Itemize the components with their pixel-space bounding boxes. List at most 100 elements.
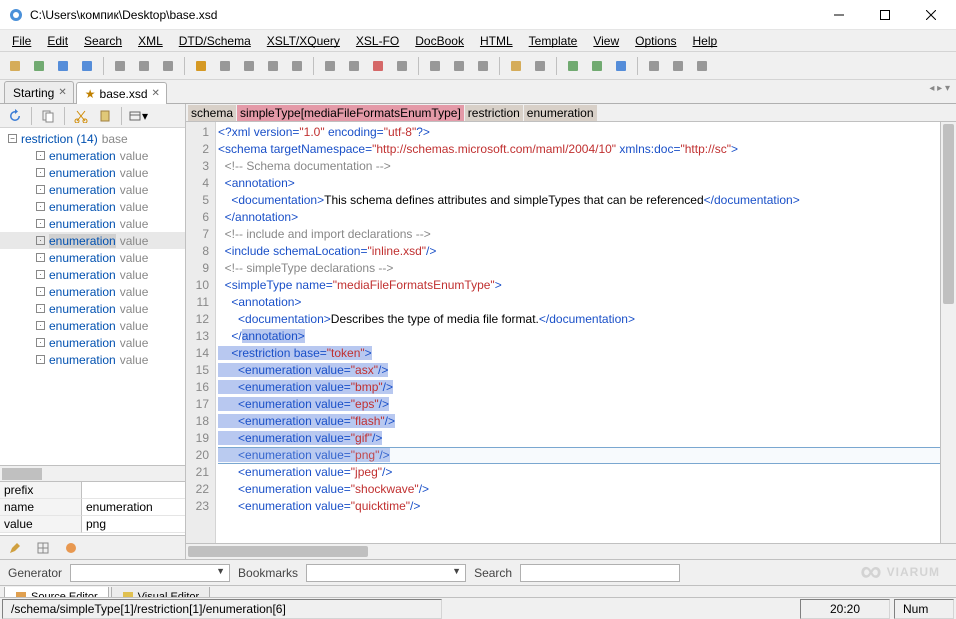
code-line[interactable]: <documentation>This schema defines attri…	[218, 192, 940, 209]
menu-options[interactable]: Options	[627, 31, 684, 51]
menu-dtdschema[interactable]: DTD/Schema	[171, 31, 259, 51]
menu-file[interactable]: File	[4, 31, 39, 51]
code-line[interactable]: <include schemaLocation="inline.xsd"/>	[218, 243, 940, 260]
toolbar-btn-3[interactable]	[76, 55, 98, 77]
code-line[interactable]: <enumeration value="quicktime"/>	[218, 498, 940, 515]
toolbar-btn-26[interactable]	[691, 55, 713, 77]
toolbar-btn-11[interactable]	[286, 55, 308, 77]
code-line[interactable]: <enumeration value="png"/>	[218, 447, 940, 464]
search-input[interactable]	[520, 564, 680, 582]
toolbar-btn-19[interactable]	[505, 55, 527, 77]
toolbar-btn-16[interactable]	[424, 55, 446, 77]
tree-root[interactable]: −restriction (14)base	[0, 130, 185, 147]
tree-item[interactable]: ·enumerationvalue	[0, 232, 185, 249]
code-line[interactable]: <!-- include and import declarations -->	[218, 226, 940, 243]
tree-item[interactable]: ·enumerationvalue	[0, 266, 185, 283]
close-icon[interactable]: ✕	[58, 87, 66, 98]
menu-xslfo[interactable]: XSL-FO	[348, 31, 407, 51]
breadcrumb-simpletype[interactable]: simpleType[mediaFileFormatsEnumType]	[237, 105, 464, 121]
breadcrumb-enumeration[interactable]: enumeration	[524, 105, 597, 121]
prop-row[interactable]: valuepng	[0, 516, 185, 533]
toolbar-btn-15[interactable]	[391, 55, 413, 77]
code-line[interactable]: <?xml version="1.0" encoding="utf-8"?>	[218, 124, 940, 141]
toolbar-btn-18[interactable]	[472, 55, 494, 77]
toolbar-btn-8[interactable]	[214, 55, 236, 77]
refresh-icon[interactable]	[4, 105, 26, 127]
tree-item[interactable]: ·enumerationvalue	[0, 283, 185, 300]
tab-basexsd[interactable]: ★base.xsd✕	[76, 82, 167, 104]
sidebar-hscroll[interactable]	[0, 465, 185, 481]
toolbar-btn-24[interactable]	[643, 55, 665, 77]
tab-starting[interactable]: Starting✕	[4, 81, 74, 103]
toolbar-btn-23[interactable]	[610, 55, 632, 77]
breadcrumb-restriction[interactable]: restriction	[465, 105, 523, 121]
code-line[interactable]: <enumeration value="gif"/>	[218, 430, 940, 447]
paste-icon[interactable]	[94, 105, 116, 127]
code-line[interactable]: <enumeration value="eps"/>	[218, 396, 940, 413]
prop-row[interactable]: prefix	[0, 482, 185, 499]
code-area[interactable]: 1234567891011121314151617181920212223 <?…	[186, 122, 956, 543]
close-icon[interactable]: ✕	[152, 88, 160, 99]
tree-item[interactable]: ·enumerationvalue	[0, 164, 185, 181]
code-line[interactable]: <annotation>	[218, 294, 940, 311]
code-line[interactable]: <simpleType name="mediaFileFormatsEnumTy…	[218, 277, 940, 294]
outline-tree[interactable]: −restriction (14)base·enumerationvalue·e…	[0, 128, 185, 465]
tree-item[interactable]: ·enumerationvalue	[0, 300, 185, 317]
toolbar-btn-5[interactable]	[133, 55, 155, 77]
settings-icon[interactable]: ▾	[127, 105, 149, 127]
menu-view[interactable]: View	[585, 31, 627, 51]
copy-icon[interactable]	[37, 105, 59, 127]
toolbar-btn-17[interactable]	[448, 55, 470, 77]
code-content[interactable]: <?xml version="1.0" encoding="utf-8"?><s…	[216, 122, 940, 543]
code-line[interactable]: <enumeration value="asx"/>	[218, 362, 940, 379]
editor-vscroll[interactable]	[940, 122, 956, 543]
toolbar-btn-10[interactable]	[262, 55, 284, 77]
toolbar-btn-13[interactable]	[343, 55, 365, 77]
code-line[interactable]: <schema targetNamespace="http://schemas.…	[218, 141, 940, 158]
prop-row[interactable]: nameenumeration	[0, 499, 185, 516]
toolbar-btn-9[interactable]	[238, 55, 260, 77]
menu-search[interactable]: Search	[76, 31, 130, 51]
menu-help[interactable]: Help	[685, 31, 726, 51]
code-line[interactable]: <enumeration value="jpeg"/>	[218, 464, 940, 481]
properties-grid[interactable]: prefixnameenumerationvaluepng	[0, 481, 185, 535]
toolbar-btn-1[interactable]	[28, 55, 50, 77]
pencil-icon[interactable]	[4, 537, 26, 559]
tree-item[interactable]: ·enumerationvalue	[0, 198, 185, 215]
menu-xsltxquery[interactable]: XSLT/XQuery	[259, 31, 348, 51]
tree-item[interactable]: ·enumerationvalue	[0, 334, 185, 351]
code-line[interactable]: <restriction base="token">	[218, 345, 940, 362]
menu-xml[interactable]: XML	[130, 31, 171, 51]
toolbar-btn-14[interactable]	[367, 55, 389, 77]
code-line[interactable]: </annotation>	[218, 328, 940, 345]
toolbar-btn-0[interactable]	[4, 55, 26, 77]
code-line[interactable]: <documentation>Describes the type of med…	[218, 311, 940, 328]
toolbar-btn-6[interactable]	[157, 55, 179, 77]
tree-item[interactable]: ·enumerationvalue	[0, 351, 185, 368]
toolbar-btn-2[interactable]	[52, 55, 74, 77]
code-line[interactable]: <enumeration value="shockwave"/>	[218, 481, 940, 498]
toolbar-btn-12[interactable]	[319, 55, 341, 77]
maximize-button[interactable]	[862, 0, 908, 30]
code-line[interactable]: <enumeration value="bmp"/>	[218, 379, 940, 396]
editor-hscroll[interactable]	[186, 543, 956, 559]
menu-html[interactable]: HTML	[472, 31, 521, 51]
tree-item[interactable]: ·enumerationvalue	[0, 317, 185, 334]
menu-template[interactable]: Template	[521, 31, 586, 51]
toolbar-btn-4[interactable]	[109, 55, 131, 77]
code-line[interactable]: <!-- Schema documentation -->	[218, 158, 940, 175]
menu-edit[interactable]: Edit	[39, 31, 76, 51]
tree-item[interactable]: ·enumerationvalue	[0, 181, 185, 198]
toolbar-btn-7[interactable]	[190, 55, 212, 77]
toolbar-btn-20[interactable]	[529, 55, 551, 77]
code-line[interactable]: <enumeration value="flash"/>	[218, 413, 940, 430]
breadcrumb[interactable]: schema simpleType[mediaFileFormatsEnumTy…	[186, 104, 956, 122]
toolbar-btn-22[interactable]	[586, 55, 608, 77]
close-button[interactable]	[908, 0, 954, 30]
breadcrumb-schema[interactable]: schema	[188, 105, 236, 121]
generator-select[interactable]	[70, 564, 230, 582]
tree-item[interactable]: ·enumerationvalue	[0, 215, 185, 232]
grid-icon[interactable]	[32, 537, 54, 559]
code-line[interactable]: <!-- simpleType declarations -->	[218, 260, 940, 277]
toolbar-btn-25[interactable]	[667, 55, 689, 77]
